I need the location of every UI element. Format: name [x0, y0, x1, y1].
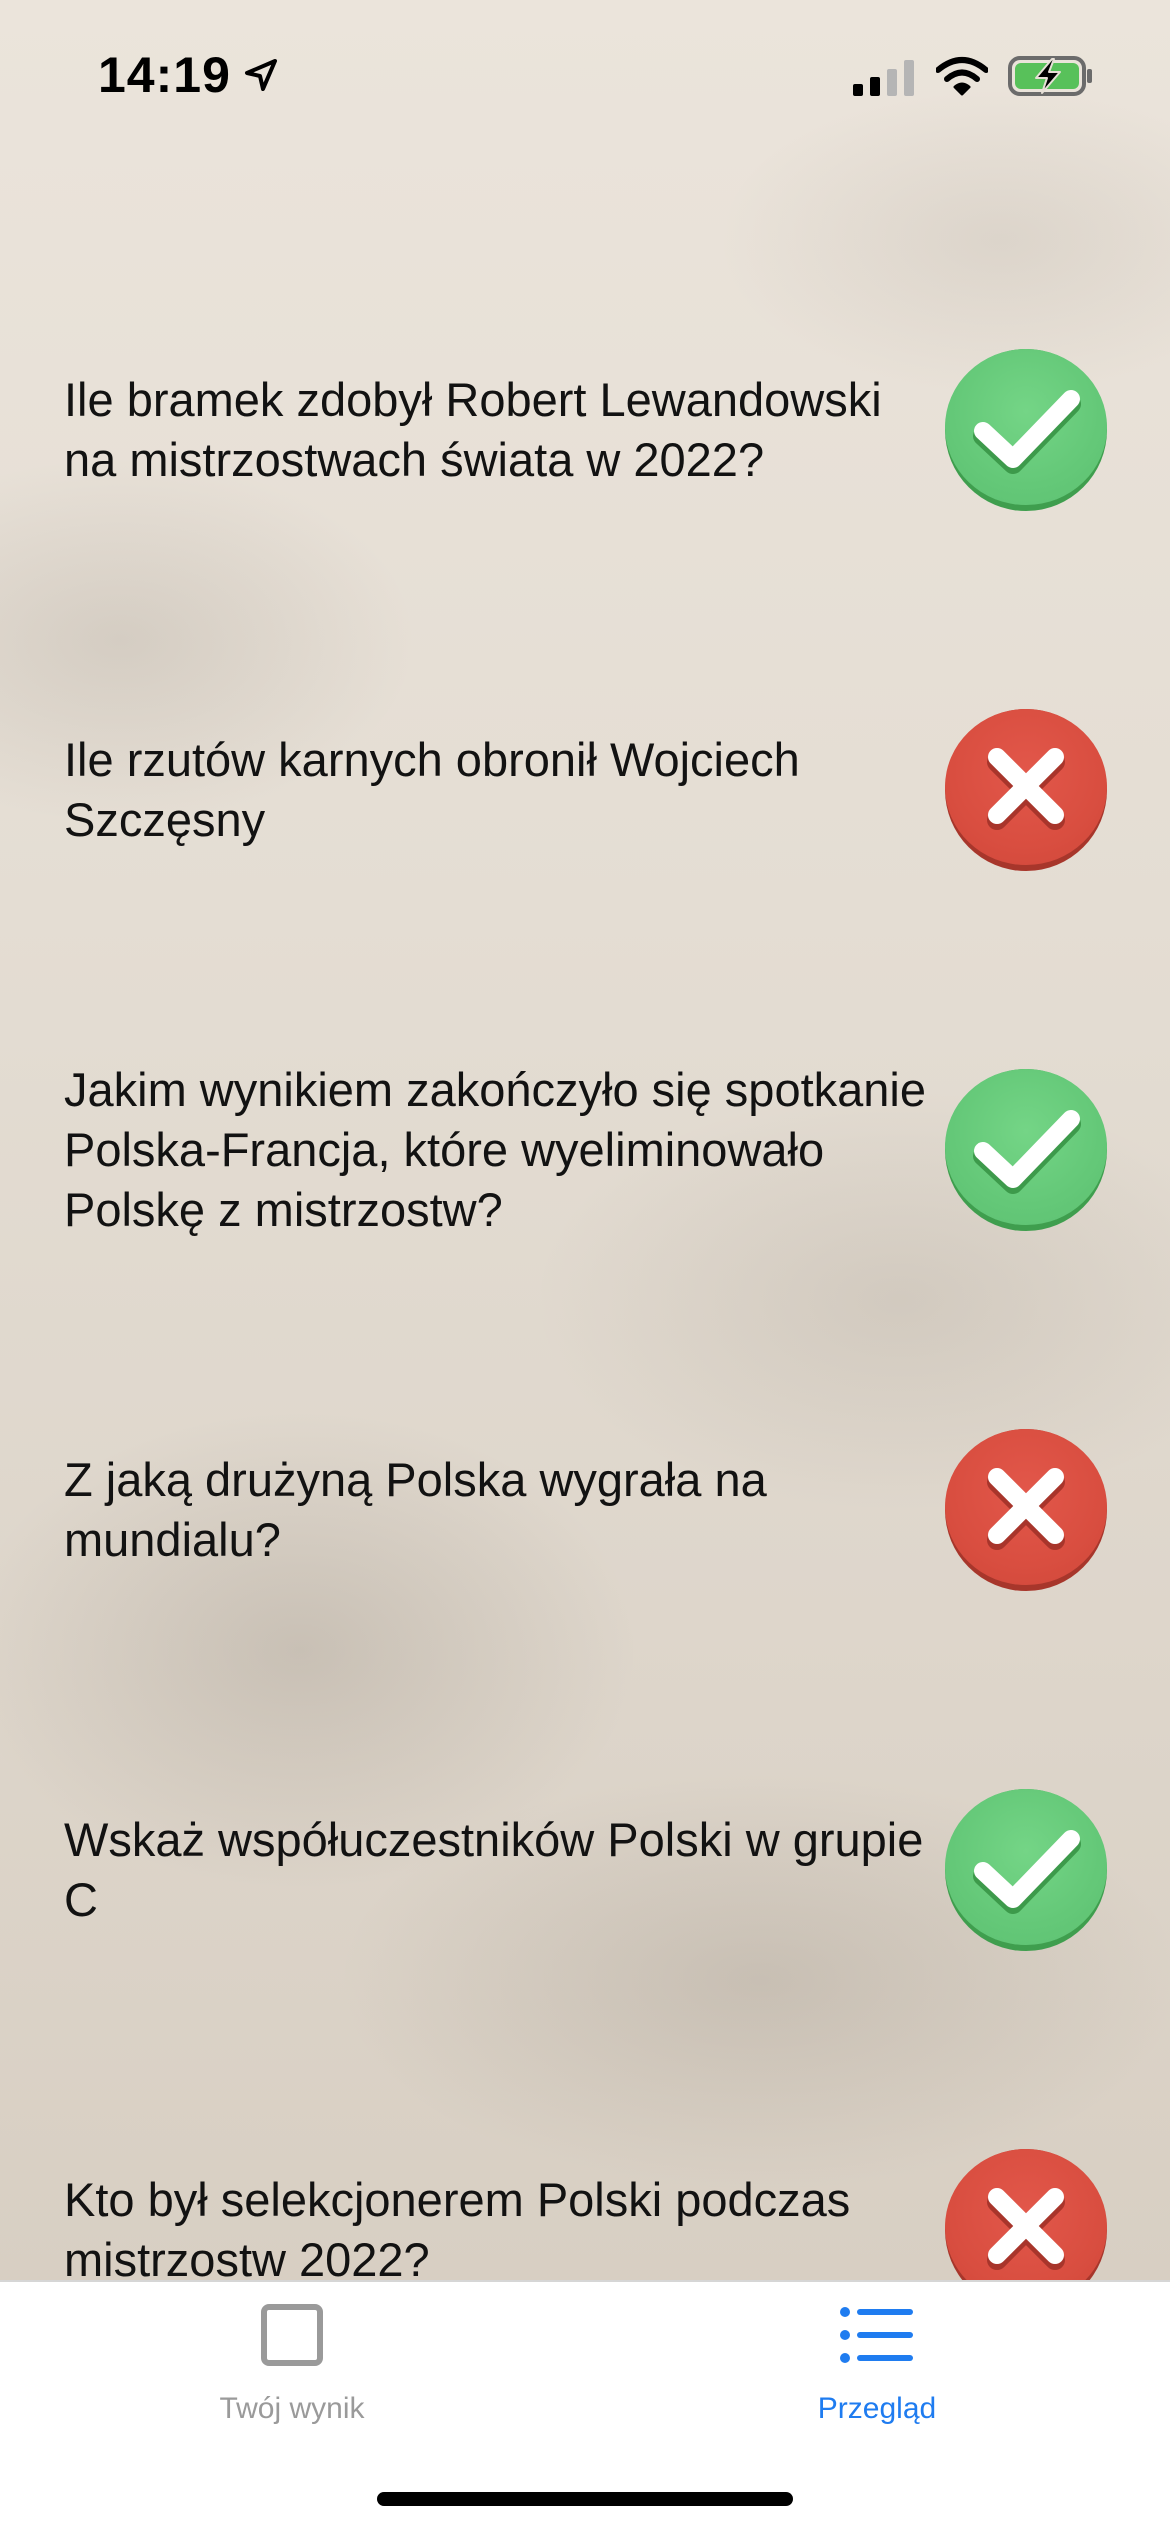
result-badge-correct	[945, 1069, 1107, 1231]
question-review-list[interactable]: Ile bramek zdobył Robert Lewandowski na …	[0, 0, 1170, 2280]
question-text: Kto był selekcjonerem Polski podczas mis…	[64, 2173, 851, 2280]
question-text: Jakim wynikiem zakończyło się spotkanie …	[64, 1063, 926, 1236]
tab-your-score[interactable]: Twój wynik	[142, 2282, 442, 2442]
checkmark-icon	[973, 1110, 1081, 1194]
question-text: Wskaż współuczestników Polski w grupie C	[64, 1813, 924, 1926]
square-icon	[261, 2304, 323, 2366]
result-badge-wrong	[945, 709, 1107, 871]
list-icon	[840, 2307, 913, 2363]
question-text: Z jaką drużyną Polska wygrała na mundial…	[64, 1453, 767, 1566]
cross-icon	[987, 748, 1065, 830]
result-badge-correct	[945, 349, 1107, 511]
checkmark-icon	[973, 1830, 1081, 1914]
tab-label: Twój wynik	[219, 2392, 365, 2425]
tab-review[interactable]: Przegląd	[727, 2282, 1027, 2442]
question-text: Ile bramek zdobył Robert Lewandowski na …	[64, 373, 882, 486]
tab-bar: Twój wynik Przegląd	[0, 2280, 1170, 2534]
result-badge-wrong	[945, 2149, 1107, 2280]
home-indicator[interactable]	[377, 2492, 793, 2506]
question-text: Ile rzutów karnych obronił Wojciech Szcz…	[64, 733, 800, 846]
result-badge-correct	[945, 1789, 1107, 1951]
tab-label: Przegląd	[817, 2392, 937, 2425]
cross-icon	[987, 1468, 1065, 1550]
cross-icon	[987, 2188, 1065, 2270]
checkmark-icon	[973, 390, 1081, 474]
result-badge-wrong	[945, 1429, 1107, 1591]
